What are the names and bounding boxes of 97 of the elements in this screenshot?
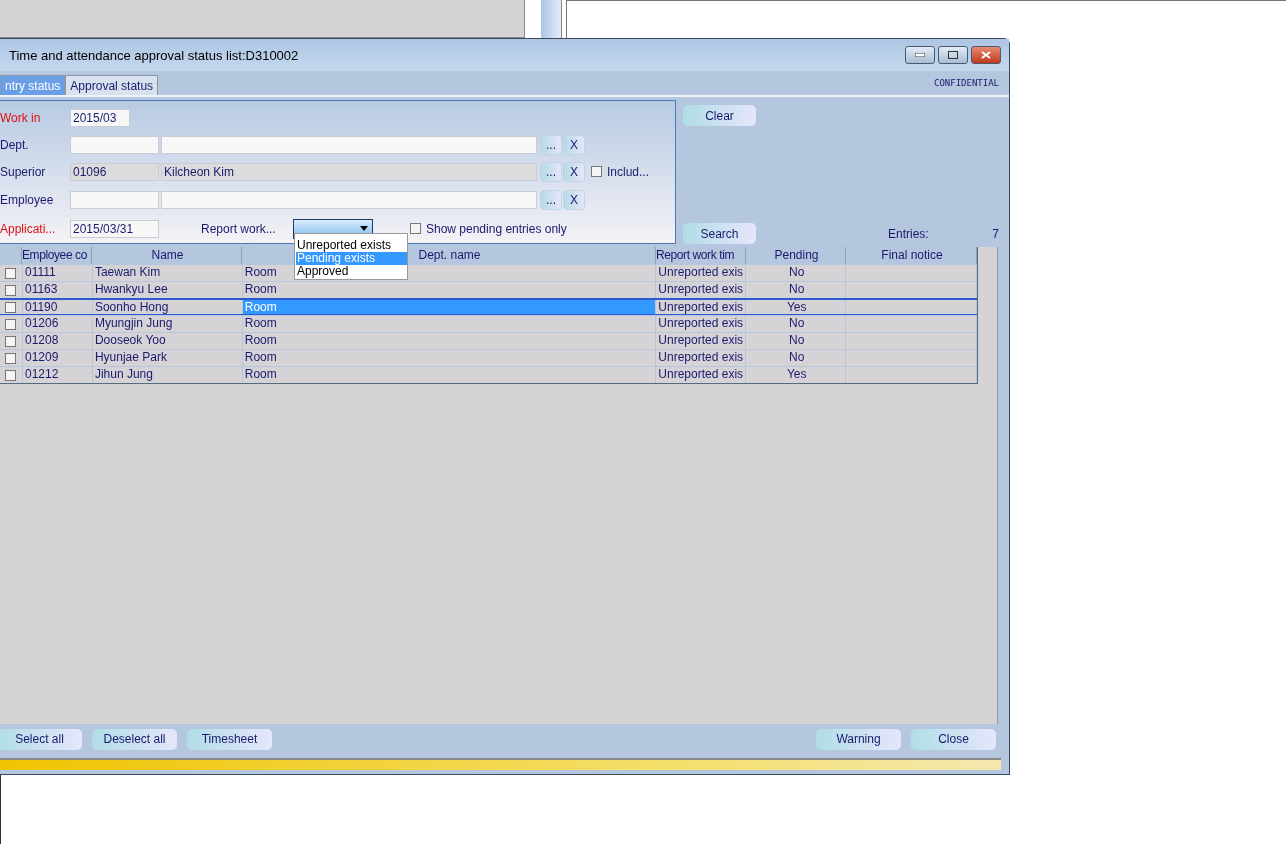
clear-field-button[interactable]: X xyxy=(563,161,585,182)
table-cell: Unreported exis xyxy=(656,350,747,366)
checkbox[interactable] xyxy=(591,166,602,177)
table-cell: Room xyxy=(242,300,657,314)
clear-field-button[interactable]: X xyxy=(563,190,585,210)
table-cell: Taewan Kim xyxy=(92,265,243,281)
entries-count: 7 xyxy=(992,226,999,241)
table-cell: 01208 xyxy=(23,333,93,349)
table-cell: Unreported exis xyxy=(656,333,747,349)
table-cell: No xyxy=(746,316,847,332)
table-row[interactable]: 01206 Myungjin Jung Room Unreported exis No xyxy=(0,315,977,332)
checkbox-label: Show pending entries only xyxy=(426,221,567,236)
browse-button[interactable]: ... xyxy=(540,190,562,210)
table-row[interactable]: 01212 Jihun Jung Room Unreported exis Yes xyxy=(0,366,977,383)
table-cell: No xyxy=(746,265,847,281)
table-cell: No xyxy=(746,282,847,298)
table-cell: Room xyxy=(242,282,657,298)
field-label: Work in xyxy=(0,111,42,125)
dropdown-arrow-icon xyxy=(360,226,368,231)
code-field[interactable] xyxy=(70,191,159,209)
tab[interactable]: Approval status xyxy=(65,75,159,95)
table-cell: Yes xyxy=(746,300,847,314)
window-title: Time and attendance approval status list:D310002 xyxy=(9,47,300,63)
row-checkbox[interactable] xyxy=(5,335,17,347)
row-checkbox[interactable] xyxy=(5,318,17,330)
clear-button[interactable]: Clear xyxy=(683,105,756,126)
table-cell: Room xyxy=(242,350,657,366)
table-cell: 01212 xyxy=(23,367,93,383)
row-checkbox[interactable] xyxy=(5,369,17,381)
column-header: Report work tim xyxy=(656,247,746,264)
field-label: Dept. xyxy=(0,137,30,152)
name-field[interactable]: Kilcheon Kim xyxy=(161,162,537,181)
table-cell: No xyxy=(746,350,847,366)
table-cell: Yes xyxy=(746,367,847,383)
table-cell: Room xyxy=(242,316,657,332)
action-button[interactable]: Timesheet xyxy=(187,728,272,750)
maximize-icon xyxy=(948,51,958,59)
action-button[interactable]: Warning xyxy=(816,728,901,750)
code-field[interactable]: 01096 xyxy=(70,162,159,181)
row-checkbox[interactable] xyxy=(5,284,17,296)
table-row[interactable]: 01190 Soonho Hong Room Unreported exis Yes xyxy=(0,298,977,315)
browse-button[interactable]: ... xyxy=(540,134,562,155)
table-cell: Soonho Hong xyxy=(92,300,243,314)
table-row[interactable]: 01208 Dooseok Yoo Room Unreported exis No xyxy=(0,332,977,349)
confidential-label: CONFIDENTIAL xyxy=(933,78,999,88)
window-edge xyxy=(541,0,562,38)
column-header: Pending xyxy=(746,247,846,264)
minimize-button[interactable] xyxy=(905,46,935,64)
code-field[interactable] xyxy=(70,135,159,154)
table-cell: Room xyxy=(242,367,657,383)
table-cell: Hyunjae Park xyxy=(92,350,243,366)
column-header: Employee co xyxy=(22,247,92,264)
search-button[interactable]: Search xyxy=(683,223,756,244)
action-button[interactable]: Deselect all xyxy=(92,728,177,750)
column-header: Name xyxy=(92,247,242,264)
table-cell: 01111 xyxy=(23,265,93,281)
action-button[interactable]: Select all xyxy=(0,728,82,750)
name-field[interactable] xyxy=(161,191,537,209)
entries-label: Entries: xyxy=(888,226,929,241)
table-cell: Hwankyu Lee xyxy=(92,282,243,298)
table-cell: 01209 xyxy=(23,350,93,366)
table-cell: Room xyxy=(242,333,657,349)
clear-field-button[interactable]: X xyxy=(563,134,585,155)
action-button[interactable]: Close xyxy=(911,728,996,750)
table-cell: Unreported exis xyxy=(656,265,747,281)
field-label: Report work... xyxy=(201,221,277,236)
row-checkbox[interactable] xyxy=(5,301,17,313)
date-field[interactable]: 2015/03/31 xyxy=(70,219,159,238)
browse-button[interactable]: ... xyxy=(540,161,562,182)
table-cell: Jihun Jung xyxy=(92,367,243,383)
table-cell: Unreported exis xyxy=(656,300,747,314)
field-label: Applicati... xyxy=(0,221,57,236)
table-cell: Dooseok Yoo xyxy=(92,333,243,349)
row-checkbox[interactable] xyxy=(5,267,17,279)
checkbox-label: Includ... xyxy=(607,164,650,179)
table-cell: 01163 xyxy=(23,282,93,298)
table-cell: No xyxy=(746,333,847,349)
table-cell: Myungjin Jung xyxy=(92,316,243,332)
field-label: Superior xyxy=(0,164,47,179)
month-field[interactable]: 2015/03 xyxy=(70,109,130,127)
table-row[interactable]: 01163 Hwankyu Lee Room Unreported exis No xyxy=(0,281,977,298)
table-cell: Unreported exis xyxy=(656,367,747,383)
table-cell: Unreported exis xyxy=(656,316,747,332)
checkbox[interactable] xyxy=(410,223,421,234)
close-window-button[interactable] xyxy=(971,46,1001,64)
minimize-icon xyxy=(915,53,925,57)
field-label: Employee xyxy=(0,193,55,207)
table-cell: 01190 xyxy=(23,300,93,314)
table-row[interactable]: 01209 Hyunjae Park Room Unreported exis No xyxy=(0,349,977,366)
table-cell: 01206 xyxy=(23,316,93,332)
dropdown-option[interactable]: Approved xyxy=(296,265,407,278)
column-header: Final notice xyxy=(846,247,977,264)
close-icon xyxy=(981,51,991,59)
table-cell: Unreported exis xyxy=(656,282,747,298)
name-field[interactable] xyxy=(161,135,537,154)
maximize-button[interactable] xyxy=(938,46,968,64)
row-checkbox[interactable] xyxy=(5,352,17,364)
